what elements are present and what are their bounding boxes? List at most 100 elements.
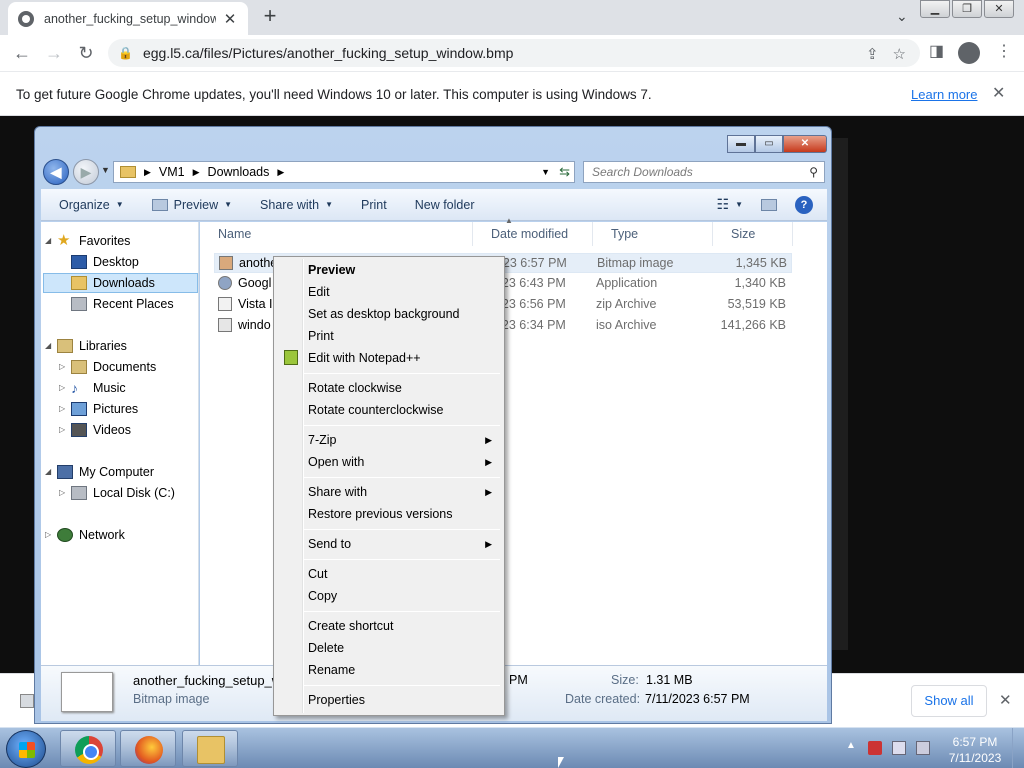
download-file-icon[interactable] <box>20 694 34 708</box>
breadcrumb-separator-icon[interactable]: ▶ <box>277 167 284 178</box>
minimize-button[interactable]: ▁ <box>920 0 950 18</box>
restore-button[interactable]: ❐ <box>952 0 982 18</box>
nav-favorites[interactable]: ◢ ★ Favorites <box>45 231 130 251</box>
new-folder-button[interactable]: New folder <box>415 198 475 212</box>
expanded-icon[interactable]: ◢ <box>45 336 55 356</box>
nav-desktop[interactable]: Desktop <box>71 252 139 272</box>
menu-item-rotate-clockwise[interactable]: Rotate clockwise <box>276 377 502 399</box>
menu-item-restore-previous-versions[interactable]: Restore previous versions <box>276 503 502 525</box>
menu-item-properties[interactable]: Properties <box>276 689 502 711</box>
nav-videos[interactable]: ▷ Videos <box>59 420 131 440</box>
browser-tab[interactable]: another_fucking_setup_window.b ✕ <box>8 2 248 35</box>
url-text[interactable]: egg.l5.ca/files/Pictures/another_fucking… <box>143 45 513 61</box>
show-desktop-button[interactable] <box>1012 728 1024 768</box>
menu-item-print[interactable]: Print <box>276 325 502 347</box>
close-button[interactable]: ✕ <box>984 0 1014 18</box>
collapsed-icon[interactable]: ▷ <box>59 420 69 440</box>
taskbar-firefox[interactable] <box>120 730 176 767</box>
explorer-back-icon[interactable]: ◀ <box>43 159 69 185</box>
collapsed-icon[interactable]: ▷ <box>59 399 69 419</box>
new-tab-button[interactable]: + <box>258 5 282 29</box>
expanded-icon[interactable]: ◢ <box>45 231 55 251</box>
side-panel-icon[interactable]: ◨ <box>929 41 944 61</box>
address-dropdown-icon[interactable]: ▼ <box>541 167 550 177</box>
nav-local-disk[interactable]: ▷ Local Disk (C:) <box>59 483 175 503</box>
menu-item-edit-notepad[interactable]: Edit with Notepad++ <box>276 347 502 369</box>
nav-downloads[interactable]: Downloads <box>43 273 198 293</box>
explorer-close-button[interactable]: ✕ <box>783 135 827 153</box>
breadcrumb-separator-icon[interactable]: ▶ <box>144 167 151 178</box>
infobar-close-icon[interactable]: ✕ <box>992 83 1005 103</box>
menu-item-set-desktop-background[interactable]: Set as desktop background <box>276 303 502 325</box>
lock-icon[interactable]: 🔒 <box>118 46 133 60</box>
preview-pane-icon[interactable] <box>761 198 777 211</box>
nav-libraries[interactable]: ◢ Libraries <box>45 336 127 356</box>
address-bar[interactable]: 🔒 egg.l5.ca/files/Pictures/another_fucki… <box>108 39 920 67</box>
breadcrumb-separator-icon[interactable]: ▶ <box>193 167 200 178</box>
network-status-icon[interactable] <box>892 741 906 755</box>
column-size[interactable]: Size <box>713 222 793 246</box>
start-button[interactable] <box>6 730 46 768</box>
taskbar-chrome[interactable] <box>60 730 116 767</box>
history-dropdown-icon[interactable]: ▼ <box>101 165 110 175</box>
nav-music[interactable]: ▷ ♪ Music <box>59 378 126 398</box>
nav-my-computer[interactable]: ◢ My Computer <box>45 462 154 482</box>
views-dropdown-icon[interactable]: ▼ <box>735 200 743 209</box>
learn-more-link[interactable]: Learn more <box>911 87 977 102</box>
menu-item-rotate-counterclockwise[interactable]: Rotate counterclockwise <box>276 399 502 421</box>
forward-icon[interactable]: → <box>42 41 66 65</box>
profile-avatar-icon[interactable] <box>958 42 980 64</box>
collapsed-icon[interactable]: ▷ <box>45 525 55 545</box>
search-input[interactable]: Search Downloads ⚲ <box>583 161 825 183</box>
help-icon[interactable]: ? <box>795 195 813 214</box>
menu-item-cut[interactable]: Cut <box>276 563 502 585</box>
menu-kebab-icon[interactable]: ⋮ <box>996 41 1012 61</box>
column-name[interactable]: Name <box>200 222 473 246</box>
print-button[interactable]: Print <box>361 198 387 212</box>
menu-item-open-with[interactable]: Open with ▶ <box>276 451 502 473</box>
explorer-minimize-button[interactable]: ▬ <box>727 135 755 153</box>
share-icon[interactable]: ⇪ <box>866 45 879 63</box>
tab-close-icon[interactable]: ✕ <box>222 10 238 28</box>
preview-button[interactable]: Preview ▼ <box>151 198 232 212</box>
explorer-breadcrumb[interactable]: ▶ VM1 ▶ Downloads ▶ ▼ ⇆ <box>113 161 575 183</box>
show-hidden-icons-icon[interactable]: ▲ <box>846 740 856 751</box>
menu-item-copy[interactable]: Copy <box>276 585 502 607</box>
nav-pictures[interactable]: ▷ Pictures <box>59 399 138 419</box>
collapsed-icon[interactable]: ▷ <box>59 483 69 503</box>
reload-icon[interactable]: ↻ <box>74 41 98 65</box>
breadcrumb-downloads[interactable]: Downloads <box>208 165 270 179</box>
nav-documents[interactable]: ▷ Documents <box>59 357 156 377</box>
menu-item-send-to[interactable]: Send to ▶ <box>276 533 502 555</box>
menu-item-edit[interactable]: Edit <box>276 281 502 303</box>
action-center-icon[interactable] <box>868 741 882 755</box>
show-all-button[interactable]: Show all <box>911 685 987 717</box>
bookmark-star-icon[interactable]: ☆ <box>893 45 906 63</box>
nav-network[interactable]: ▷ Network <box>45 525 125 545</box>
taskbar-explorer[interactable] <box>182 730 238 767</box>
tab-search-icon[interactable]: ⌄ <box>896 8 908 25</box>
menu-item-preview[interactable]: Preview <box>276 259 502 281</box>
nav-recent-places[interactable]: Recent Places <box>71 294 174 314</box>
share-with-button[interactable]: Share with ▼ <box>260 198 333 212</box>
search-icon[interactable]: ⚲ <box>809 162 818 182</box>
back-icon[interactable]: ← <box>10 41 34 65</box>
menu-item-7zip[interactable]: 7-Zip ▶ <box>276 429 502 451</box>
organize-button[interactable]: Organize ▼ <box>59 198 124 212</box>
explorer-forward-icon[interactable]: ▶ <box>73 159 99 185</box>
menu-item-rename[interactable]: Rename <box>276 659 502 681</box>
views-icon[interactable]: ☷ <box>717 196 730 213</box>
column-date-modified[interactable]: Date modified <box>473 222 593 246</box>
menu-item-create-shortcut[interactable]: Create shortcut <box>276 615 502 637</box>
column-type[interactable]: Type <box>593 222 713 246</box>
explorer-maximize-button[interactable]: ▭ <box>755 135 783 153</box>
volume-muted-icon[interactable] <box>916 741 930 755</box>
collapsed-icon[interactable]: ▷ <box>59 378 69 398</box>
expanded-icon[interactable]: ◢ <box>45 462 55 482</box>
menu-item-delete[interactable]: Delete <box>276 637 502 659</box>
menu-item-share-with[interactable]: Share with ▶ <box>276 481 502 503</box>
breadcrumb-vm1[interactable]: VM1 <box>159 165 185 179</box>
download-bar-close-icon[interactable]: ✕ <box>999 691 1012 709</box>
system-clock[interactable]: 6:57 PM 7/11/2023 <box>940 734 1010 766</box>
collapsed-icon[interactable]: ▷ <box>59 357 69 377</box>
